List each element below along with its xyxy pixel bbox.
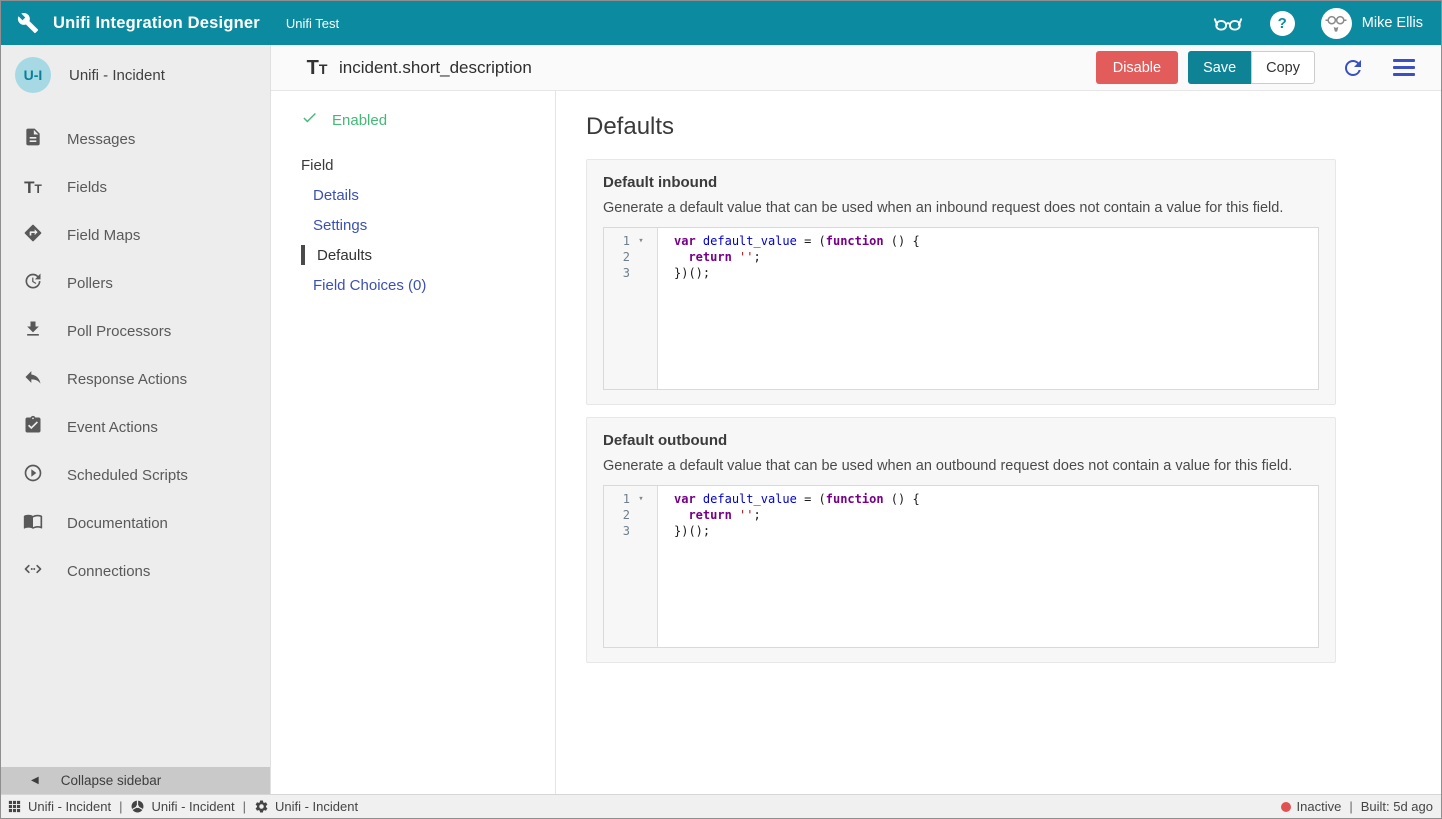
sidebar: U-I Unifi - Incident Messages TT Fields …	[1, 45, 271, 794]
check-icon	[301, 109, 318, 131]
fold-toggle-icon	[630, 507, 652, 523]
built-label: Built: 5d ago	[1361, 799, 1433, 814]
sidebar-item-connections[interactable]: Connections	[1, 547, 270, 595]
sidebar-item-scheduled-scripts[interactable]: Scheduled Scripts	[1, 451, 270, 499]
outbound-code-editor[interactable]: 1▾23 var default_value = (function () { …	[603, 485, 1319, 648]
enabled-status[interactable]: Enabled	[301, 109, 555, 131]
statusbar-item-gear[interactable]: Unifi - Incident	[254, 799, 358, 814]
copy-button[interactable]: Copy	[1251, 51, 1315, 84]
sidebar-item-response-actions[interactable]: Response Actions	[1, 355, 270, 403]
wrench-icon	[17, 12, 39, 34]
user-name: Mike Ellis	[1362, 15, 1423, 31]
clipboard-check-icon	[23, 415, 43, 440]
separator: |	[1349, 799, 1352, 814]
default-outbound-card: Default outbound Generate a default valu…	[586, 417, 1336, 663]
fold-toggle-icon	[630, 249, 652, 265]
editor-gutter: 1▾23	[604, 228, 658, 389]
user-menu[interactable]: Mike Ellis	[1321, 8, 1423, 39]
inactive-status-dot	[1281, 802, 1291, 812]
card-title: Default outbound	[603, 432, 1319, 449]
separator: |	[243, 799, 246, 814]
statusbar-item-grid[interactable]: Unifi - Incident	[7, 799, 111, 814]
avatar	[1321, 8, 1352, 39]
editor-gutter: 1▾23	[604, 486, 658, 647]
text-fields-icon: TT	[23, 179, 43, 196]
sidebar-nav: Messages TT Fields Field Maps Pollers Po…	[1, 115, 270, 595]
directions-diamond-icon	[23, 223, 43, 248]
play-circle-icon	[23, 463, 43, 488]
content-panel: Defaults Default inbound Generate a defa…	[556, 91, 1441, 794]
sidebar-item-poll-processors[interactable]: Poll Processors	[1, 307, 270, 355]
fold-toggle-icon	[630, 265, 652, 281]
save-button[interactable]: Save	[1188, 51, 1251, 84]
statusbar-item-wheel[interactable]: Unifi - Incident	[130, 799, 234, 814]
refresh-icon[interactable]	[1341, 56, 1365, 80]
fold-toggle-icon	[630, 523, 652, 539]
collapse-arrow-icon: ◀	[31, 775, 39, 786]
integration-avatar: U-I	[15, 57, 51, 93]
editor-code[interactable]: var default_value = (function () { retur…	[658, 228, 920, 389]
open-book-icon	[23, 511, 43, 536]
sidebar-item-documentation[interactable]: Documentation	[1, 499, 270, 547]
card-description: Generate a default value that can be use…	[603, 200, 1319, 216]
inactive-status-label: Inactive	[1297, 799, 1342, 814]
update-clock-icon	[23, 271, 43, 296]
record-header: TT incident.short_description Disable Sa…	[271, 45, 1441, 91]
integration-header[interactable]: U-I Unifi - Incident	[1, 45, 270, 105]
fold-toggle-icon[interactable]: ▾	[630, 491, 652, 507]
subnav-link-field-choices[interactable]: Field Choices (0)	[301, 270, 555, 300]
main-area: TT incident.short_description Disable Sa…	[271, 45, 1441, 794]
record-title: incident.short_description	[339, 58, 532, 78]
inbound-code-editor[interactable]: 1▾23 var default_value = (function () { …	[603, 227, 1319, 390]
help-icon[interactable]: ?	[1270, 11, 1295, 36]
record-subnav: Enabled Field Details Settings Defaults	[271, 91, 556, 794]
text-fields-icon: TT	[305, 58, 329, 78]
gear-icon	[254, 799, 269, 814]
app-subtitle: Unifi Test	[286, 16, 339, 31]
active-indicator	[301, 245, 305, 265]
card-title: Default inbound	[603, 174, 1319, 191]
subnav-link-details[interactable]: Details	[301, 180, 555, 210]
collapse-sidebar-button[interactable]: ◀ Collapse sidebar	[1, 767, 270, 794]
default-inbound-card: Default inbound Generate a default value…	[586, 159, 1336, 405]
page-title: Defaults	[586, 113, 1441, 141]
reply-arrow-icon	[23, 367, 43, 392]
field-section-label: Field	[301, 157, 555, 174]
glasses-icon[interactable]	[1212, 12, 1244, 34]
wheel-icon	[130, 799, 145, 814]
app-title: Unifi Integration Designer	[53, 14, 260, 33]
sidebar-item-event-actions[interactable]: Event Actions	[1, 403, 270, 451]
card-description: Generate a default value that can be use…	[603, 458, 1319, 474]
disable-button[interactable]: Disable	[1096, 51, 1178, 84]
sidebar-item-fields[interactable]: TT Fields	[1, 163, 270, 211]
sidebar-item-field-maps[interactable]: Field Maps	[1, 211, 270, 259]
editor-code[interactable]: var default_value = (function () { retur…	[658, 486, 920, 647]
subnav-link-defaults[interactable]: Defaults	[301, 240, 555, 270]
sidebar-item-pollers[interactable]: Pollers	[1, 259, 270, 307]
menu-icon[interactable]	[1393, 59, 1415, 77]
app-window: Unifi Integration Designer Unifi Test ? …	[0, 0, 1442, 819]
statusbar: Unifi - Incident | Unifi - Incident | Un…	[1, 794, 1441, 818]
sidebar-item-messages[interactable]: Messages	[1, 115, 270, 163]
separator: |	[119, 799, 122, 814]
integration-name: Unifi - Incident	[69, 67, 165, 84]
grid-icon	[7, 799, 22, 814]
download-icon	[23, 319, 43, 344]
topbar: Unifi Integration Designer Unifi Test ? …	[1, 1, 1441, 45]
document-icon	[23, 127, 43, 152]
fold-toggle-icon[interactable]: ▾	[630, 233, 652, 249]
subnav-link-settings[interactable]: Settings	[301, 210, 555, 240]
code-brackets-icon	[23, 559, 43, 584]
